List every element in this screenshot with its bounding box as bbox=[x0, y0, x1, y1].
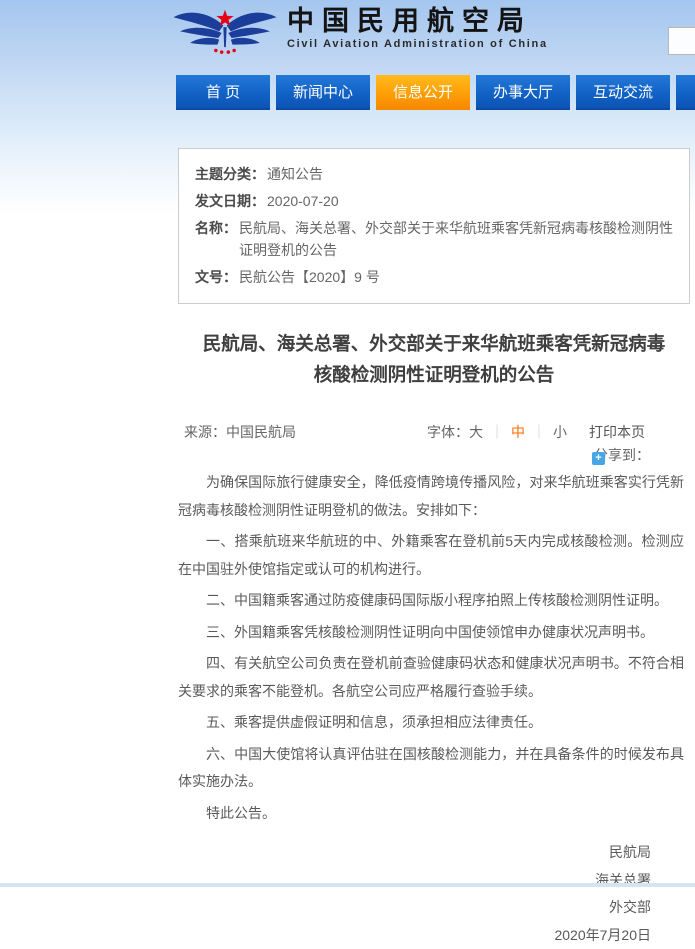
font-size-large-button[interactable]: 大 bbox=[469, 424, 483, 440]
meta-value-date: 2020-07-20 bbox=[265, 190, 339, 212]
search-input[interactable] bbox=[668, 27, 695, 55]
main-navigation: 首 页 新闻中心 信息公开 办事大厅 互动交流 bbox=[176, 75, 695, 110]
nav-tab-information-disclosure[interactable]: 信息公开 bbox=[376, 75, 470, 110]
site-title-chinese: 中国民用航空局 bbox=[287, 7, 548, 35]
paragraph-intro: 为确保国际旅行健康安全，降低疫情跨境传播风险，对来华航班乘客实行凭新冠病毒核酸检… bbox=[178, 469, 684, 524]
signature-customs: 海关总署 bbox=[178, 867, 651, 895]
separator: ｜ bbox=[490, 424, 504, 440]
paragraph-item-3: 三、外国籍乘客凭核酸检测阴性证明向中国使领馆申办健康状况声明书。 bbox=[178, 619, 684, 647]
meta-label-doc-number: 文号： bbox=[195, 266, 237, 288]
paragraph-item-1: 一、搭乘航班来华航班的中、外籍乘客在登机前5天内完成核酸检测。检测应在中国驻外使… bbox=[178, 528, 684, 583]
meta-value-topic: 通知公告 bbox=[265, 163, 323, 185]
article-source: 来源：中国民航局 bbox=[184, 422, 296, 442]
article-title: 民航局、海关总署、外交部关于来华航班乘客凭新冠病毒核酸检测阴性证明登机的公告 bbox=[198, 328, 670, 390]
font-size-small-button[interactable]: 小 bbox=[553, 424, 567, 440]
site-titles: 中国民用航空局 Civil Aviation Administration of… bbox=[287, 7, 548, 50]
document-meta-box: 主题分类： 通知公告 发文日期： 2020-07-20 名称： 民航局、海关总署… bbox=[178, 148, 690, 304]
paragraph-item-4: 四、有关航空公司负责在登机前查验健康码状态和健康状况声明书。不符合相关要求的乘客… bbox=[178, 650, 684, 705]
article-info-row: 来源：中国民航局 字体：大｜中｜小打印本页 分享到： bbox=[178, 422, 690, 462]
meta-row-topic: 主题分类： 通知公告 bbox=[195, 163, 673, 185]
separator: ｜ bbox=[532, 424, 546, 440]
article-body: 为确保国际旅行健康安全，降低疫情跨境传播风险，对来华航班乘客实行凭新冠病毒核酸检… bbox=[178, 469, 684, 949]
signature-date: 2020年7月20日 bbox=[178, 922, 651, 949]
meta-row-doc-number: 文号： 民航公告【2020】9 号 bbox=[195, 266, 673, 288]
nav-tab-service-hall[interactable]: 办事大厅 bbox=[476, 75, 570, 110]
paragraph-item-6: 六、中国大使馆将认真评估驻在国核酸检测能力，并在具备条件的时候发布具体实施办法。 bbox=[178, 741, 684, 796]
meta-value-doc-number: 民航公告【2020】9 号 bbox=[237, 266, 380, 288]
meta-row-name: 名称： 民航局、海关总署、外交部关于来华航班乘客凭新冠病毒核酸检测阴性证明登机的… bbox=[195, 217, 673, 261]
font-size-medium-button[interactable]: 中 bbox=[511, 424, 525, 440]
meta-label-name: 名称： bbox=[195, 217, 237, 261]
share-more-button[interactable]: + bbox=[592, 452, 605, 465]
print-page-button[interactable]: 打印本页 bbox=[589, 424, 645, 440]
paragraph-item-2: 二、中国籍乘客通过防疫健康码国际版小程序拍照上传核酸检测阴性证明。 bbox=[178, 587, 684, 615]
nav-tab-interaction[interactable]: 互动交流 bbox=[576, 75, 670, 110]
signature-block: 民航局 海关总署 外交部 2020年7月20日 bbox=[178, 839, 684, 949]
font-size-controls: 字体：大 ｜ 中 ｜ 小 打印本页 bbox=[427, 422, 645, 442]
signature-caac: 民航局 bbox=[178, 839, 651, 867]
meta-label-topic: 主题分类： bbox=[195, 163, 265, 185]
caac-logo-icon bbox=[171, 3, 279, 63]
closing-statement: 特此公告。 bbox=[178, 800, 684, 828]
nav-tab-cutoff[interactable] bbox=[676, 75, 695, 110]
masthead: 中国民用航空局 Civil Aviation Administration of… bbox=[165, 0, 695, 75]
meta-row-date: 发文日期： 2020-07-20 bbox=[195, 190, 673, 212]
footer-divider-strip bbox=[0, 883, 695, 887]
font-size-label: 字体： bbox=[427, 424, 469, 440]
meta-label-date: 发文日期： bbox=[195, 190, 265, 212]
paragraph-item-5: 五、乘客提供虚假证明和信息，须承担相应法律责任。 bbox=[178, 709, 684, 737]
site-title-english: Civil Aviation Administration of China bbox=[287, 38, 548, 50]
nav-tab-news-center[interactable]: 新闻中心 bbox=[276, 75, 370, 110]
nav-tab-home[interactable]: 首 页 bbox=[176, 75, 270, 110]
content-column: 主题分类： 通知公告 发文日期： 2020-07-20 名称： 民航局、海关总署… bbox=[178, 148, 690, 949]
signature-foreign-ministry: 外交部 bbox=[178, 894, 651, 922]
meta-value-name: 民航局、海关总署、外交部关于来华航班乘客凭新冠病毒核酸检测阴性证明登机的公告 bbox=[237, 217, 673, 261]
